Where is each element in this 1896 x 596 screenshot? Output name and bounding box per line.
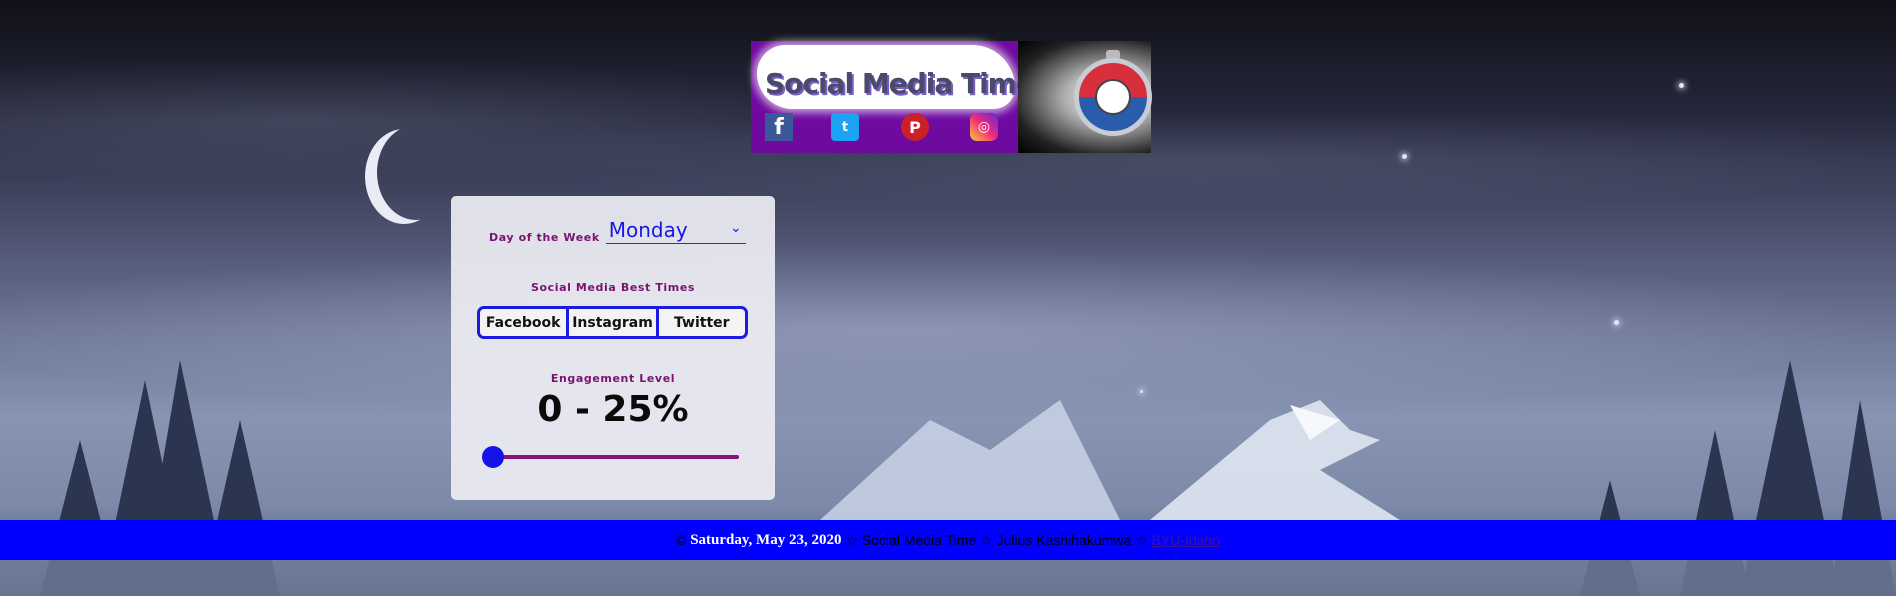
engagement-level-label: Engagement Level — [550, 372, 676, 385]
footer-date: Saturday, May 23, 2020 — [690, 531, 842, 548]
separator-icon: ☆ — [845, 531, 858, 548]
twitter-button[interactable]: Twitter — [655, 309, 745, 336]
page-footer: © Saturday, May 23, 2020 ☆ Social Media … — [0, 520, 1896, 560]
stopwatch-image — [1018, 41, 1152, 153]
separator-icon: ☆ — [980, 531, 993, 548]
day-select-value: Monday — [608, 218, 688, 242]
day-selector-row: Day of the Week Monday ⌄ — [489, 218, 746, 244]
separator-icon: ☆ — [1135, 531, 1148, 548]
pinterest-icon: P — [901, 113, 929, 141]
slider-thumb[interactable] — [482, 446, 504, 468]
best-times-card: Day of the Week Monday ⌄ Social Media Be… — [451, 196, 775, 500]
site-banner: Social Media Time f t P ◎ — [751, 41, 1152, 153]
best-times-label: Social Media Best Times — [530, 281, 696, 294]
chevron-down-icon: ⌄ — [730, 220, 742, 236]
stopwatch-face — [1095, 79, 1131, 115]
platform-button-group: Facebook Instagram Twitter — [477, 306, 748, 339]
engagement-level-value: 0 - 25% — [537, 389, 689, 430]
stopwatch-icon — [1074, 58, 1152, 136]
twitter-icon: t — [831, 113, 859, 141]
engagement-slider[interactable] — [482, 446, 739, 468]
day-of-week-select[interactable]: Monday ⌄ — [605, 218, 746, 244]
copyright-symbol: © — [675, 532, 687, 548]
facebook-icon: f — [765, 113, 793, 141]
banner-logo: Social Media Time f t P ◎ — [751, 41, 1035, 153]
banner-title: Social Media Time — [765, 67, 1035, 100]
byu-idaho-link[interactable]: BYU-Idaho — [1152, 532, 1220, 548]
day-of-week-label: Day of the Week — [489, 231, 600, 244]
instagram-icon: ◎ — [970, 113, 998, 141]
instagram-button[interactable]: Instagram — [566, 309, 655, 336]
footer-author: Julius Kashihakumwa — [996, 532, 1132, 548]
facebook-button[interactable]: Facebook — [480, 309, 566, 336]
footer-site-name: Social Media Time — [861, 532, 977, 548]
